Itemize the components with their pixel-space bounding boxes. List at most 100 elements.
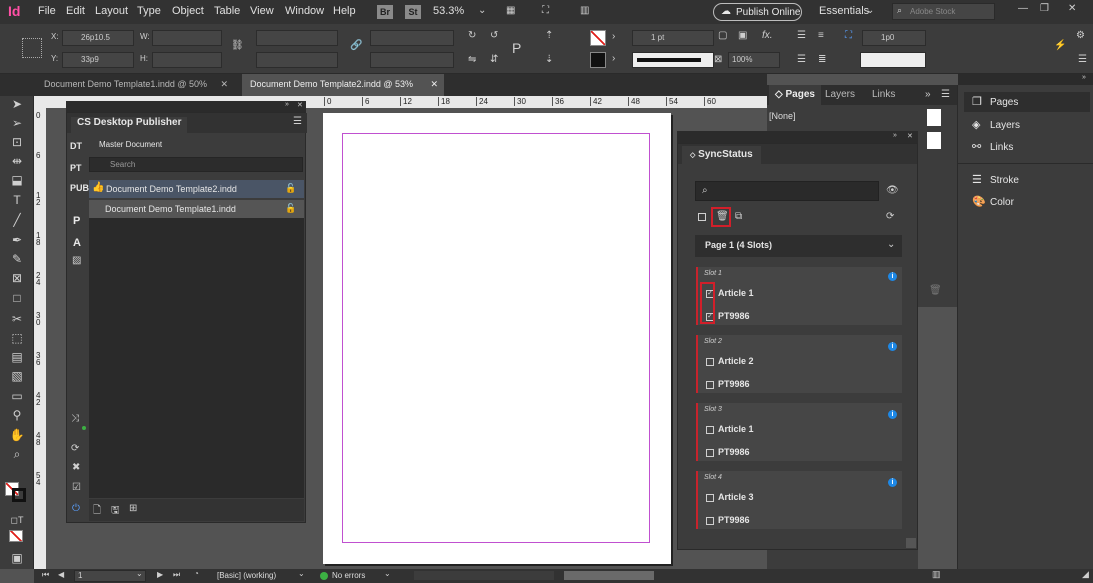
remove-icon[interactable]: ✖ bbox=[72, 462, 80, 473]
panel-settings-icon[interactable]: ⚙ bbox=[1076, 30, 1085, 41]
info-icon[interactable]: i bbox=[888, 410, 897, 419]
preflight-dropdown-icon[interactable]: ⌄ bbox=[384, 569, 391, 578]
align-center-icon[interactable]: ≡ bbox=[818, 30, 824, 41]
copy-icon[interactable]: ⧉ bbox=[735, 211, 742, 222]
select-container-icon[interactable]: P bbox=[512, 40, 521, 56]
menu-file[interactable]: File bbox=[38, 5, 56, 17]
grid-view-icon[interactable]: ⊞ bbox=[129, 503, 137, 514]
menu-type[interactable]: Type bbox=[137, 5, 161, 17]
view-options-icon[interactable]: ▦ bbox=[506, 5, 515, 16]
collapse-icon[interactable]: » bbox=[893, 132, 897, 139]
line-tool-icon[interactable]: ╱ bbox=[8, 212, 26, 228]
eyedropper-tool-icon[interactable]: ⚲ bbox=[8, 407, 26, 423]
resize-icon[interactable]: ◢ bbox=[1082, 569, 1089, 580]
chevron-down-icon[interactable]: ⌄ bbox=[478, 5, 486, 16]
sync-panel-scrollbar[interactable] bbox=[906, 538, 916, 548]
unlock-icon[interactable]: 🔓 bbox=[285, 203, 296, 214]
style-field[interactable] bbox=[860, 52, 926, 68]
type-tool-icon[interactable]: T bbox=[8, 192, 26, 208]
y-field[interactable]: 33p9 bbox=[62, 52, 134, 68]
menu-layout[interactable]: Layout bbox=[95, 5, 128, 17]
gradient-swatch-tool-icon[interactable]: ▤ bbox=[8, 349, 26, 365]
select-next-icon[interactable]: ⇣ bbox=[545, 54, 553, 65]
info-icon[interactable]: i bbox=[888, 478, 897, 487]
stroke-box[interactable] bbox=[12, 488, 26, 502]
stroke-type-field[interactable] bbox=[632, 52, 714, 68]
info-icon[interactable]: i bbox=[888, 342, 897, 351]
frame-icon[interactable]: ▣ bbox=[738, 30, 747, 41]
document-row-template1[interactable]: Document Demo Template1.indd 🔓 bbox=[89, 200, 304, 218]
close-tab-icon[interactable]: ✕ bbox=[220, 79, 228, 90]
eye-icon[interactable]: 👁 bbox=[886, 185, 899, 196]
sync-icon[interactable]: ⟳ bbox=[71, 443, 79, 454]
w-field[interactable] bbox=[152, 30, 222, 46]
gradient-feather-tool-icon[interactable]: ▧ bbox=[8, 368, 26, 384]
first-page-icon[interactable]: ⏮ bbox=[42, 570, 49, 580]
stroke-arrow-icon[interactable]: › bbox=[612, 53, 615, 64]
slot-3-item-2-checkbox[interactable] bbox=[706, 449, 714, 457]
auto-fit-icon[interactable]: ⛶ bbox=[845, 30, 852, 41]
dock-expand-icon[interactable]: » bbox=[1082, 74, 1086, 81]
zoom-tool-icon[interactable]: ⌕ bbox=[8, 446, 26, 462]
delete-icon[interactable]: 🗑 bbox=[716, 211, 729, 222]
none-master-label[interactable]: [None] bbox=[769, 111, 796, 121]
gap-field[interactable]: 1p0 bbox=[862, 30, 926, 46]
reference-point-icon[interactable] bbox=[22, 38, 42, 58]
dock-layers[interactable]: ◈ Layers bbox=[964, 115, 1090, 135]
open-page-icon[interactable]: ◔ bbox=[194, 569, 199, 578]
info-icon[interactable]: i bbox=[888, 272, 897, 281]
dock-links[interactable]: ⚯ Links bbox=[964, 137, 1090, 157]
next-page-icon[interactable]: ▶ bbox=[157, 570, 163, 579]
rotation-field[interactable] bbox=[370, 30, 454, 46]
dock-pages[interactable]: ❐ Pages bbox=[964, 92, 1090, 112]
select-all-checkbox[interactable] bbox=[698, 213, 706, 221]
hand-tool-icon[interactable]: ✋ bbox=[8, 427, 26, 443]
workspace-chevron-icon[interactable]: ⌄ bbox=[866, 5, 874, 16]
fill-swatch[interactable] bbox=[590, 30, 606, 46]
publisher-panel-title[interactable]: CS Desktop Publisher bbox=[71, 117, 188, 133]
bridge-button[interactable]: Br bbox=[377, 5, 393, 19]
scale-x-field[interactable] bbox=[256, 30, 338, 46]
close-tab-icon[interactable]: ✕ bbox=[430, 79, 438, 90]
tab-layers[interactable]: Layers bbox=[825, 89, 855, 100]
lightning-icon[interactable]: ⚡ bbox=[1054, 40, 1066, 51]
restore-icon[interactable]: ❐ bbox=[1040, 3, 1049, 14]
scale-y-field[interactable] bbox=[256, 52, 338, 68]
page-thumbnail[interactable] bbox=[927, 132, 941, 149]
side-dt-button[interactable]: DT bbox=[70, 141, 82, 151]
fx-icon[interactable]: fx. bbox=[762, 30, 773, 41]
menu-window[interactable]: Window bbox=[285, 5, 324, 17]
free-transform-tool-icon[interactable]: ⬚ bbox=[8, 330, 26, 346]
last-page-icon[interactable]: ⏭ bbox=[173, 570, 180, 580]
stroke-weight-field[interactable]: 1 pt bbox=[632, 30, 714, 46]
workspace-switcher[interactable]: Essentials bbox=[819, 5, 869, 17]
expand-icon[interactable]: » bbox=[925, 89, 931, 100]
refresh-icon[interactable]: ⟳ bbox=[886, 211, 894, 222]
publisher-search-input[interactable]: Search bbox=[89, 157, 303, 172]
panel-menu-icon[interactable]: ☰ bbox=[1078, 54, 1087, 65]
collapse-icon[interactable]: » bbox=[285, 101, 289, 108]
slot-2-item-2-checkbox[interactable] bbox=[706, 381, 714, 389]
selection-tool-icon[interactable]: ➤ bbox=[8, 96, 26, 112]
align-left-icon[interactable]: ☰ bbox=[797, 30, 806, 41]
flip-horizontal-icon[interactable]: ⇋ bbox=[468, 54, 476, 65]
page-dropdown-icon[interactable]: ⌄ bbox=[136, 569, 143, 578]
close-panel-icon[interactable]: ✕ bbox=[297, 101, 303, 109]
side-a-button[interactable]: A bbox=[73, 237, 81, 249]
split-view-icon[interactable]: ▥ bbox=[932, 569, 941, 580]
new-document-icon[interactable]: 🗋 bbox=[93, 503, 101, 520]
publish-online-button[interactable]: ☁ Publish Online bbox=[713, 3, 802, 21]
constrain-proportions-icon[interactable]: ⛓ bbox=[231, 40, 244, 51]
shear-field[interactable] bbox=[370, 52, 454, 68]
sync-search-input[interactable]: ⌕ bbox=[695, 181, 879, 201]
tab-document-template2[interactable]: Document Demo Template2.indd @ 53% ✕ bbox=[242, 74, 444, 96]
formatting-affects-icon[interactable]: ◻T bbox=[8, 512, 26, 528]
preflight-profile[interactable]: [Basic] (working) bbox=[217, 571, 276, 580]
menu-view[interactable]: View bbox=[250, 5, 274, 17]
menu-edit[interactable]: Edit bbox=[66, 5, 85, 17]
menu-object[interactable]: Object bbox=[172, 5, 204, 17]
page-tool-icon[interactable]: ⊡ bbox=[8, 134, 26, 150]
scroll-thumb[interactable] bbox=[564, 571, 654, 580]
document-row-template2[interactable]: 👍 Document Demo Template2.indd 🔓 bbox=[89, 180, 304, 198]
stock-search[interactable]: ⌕ Adobe Stock bbox=[892, 3, 995, 20]
